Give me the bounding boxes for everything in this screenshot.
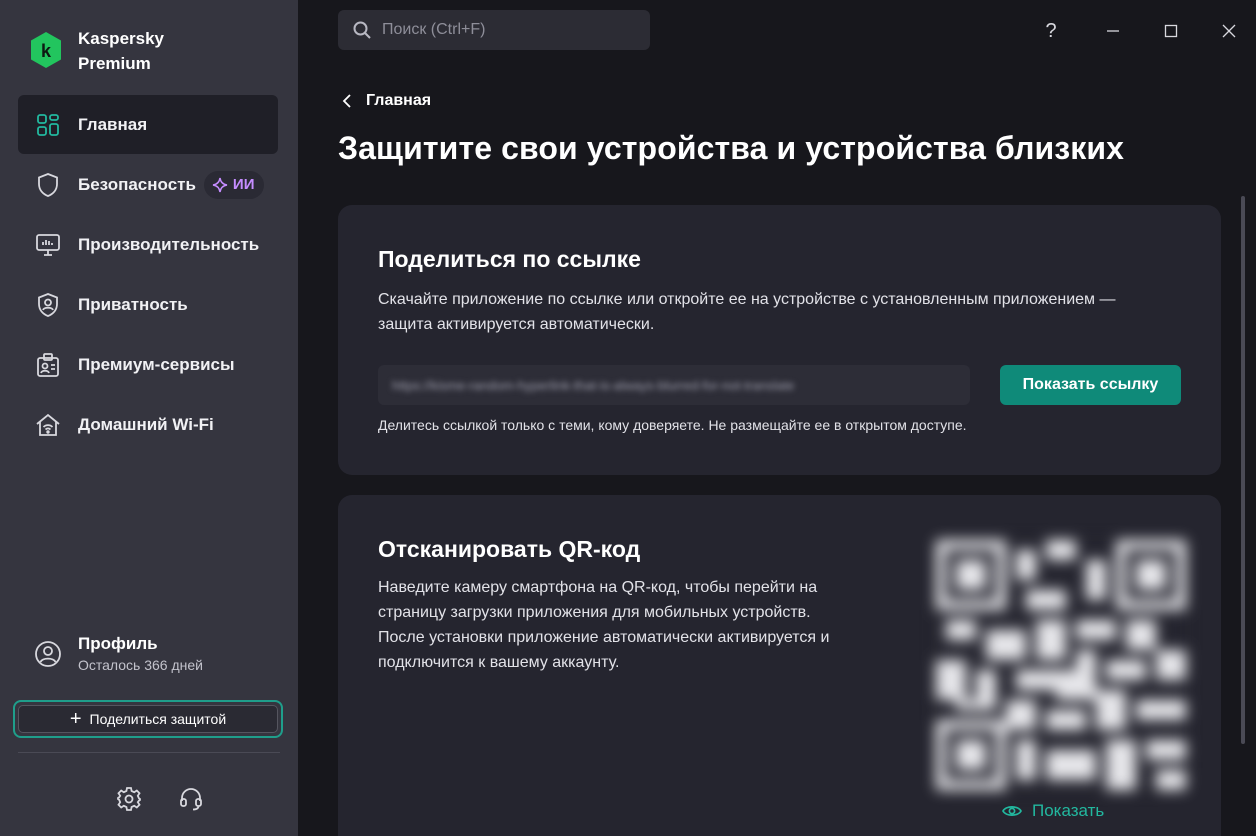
support-button[interactable] [176,784,206,814]
id-badge-icon [34,351,62,379]
close-button[interactable] [1212,14,1246,48]
grid-icon [34,111,62,139]
share-link-hint: Делитесь ссылкой только с теми, кому дов… [378,417,967,433]
brand: k Kaspersky Premium [28,26,164,76]
share-link-description: Скачайте приложение по ссылке или открой… [378,287,1115,337]
blurred-link-text: https://kisme-random-hyperlink-that-is-a… [392,377,795,393]
link-field[interactable]: https://kisme-random-hyperlink-that-is-a… [378,365,970,405]
sidebar-item-label: Домашний Wi-Fi [78,414,214,434]
show-qr-button[interactable]: Показать [1002,801,1104,821]
sidebar-item-home[interactable]: Главная [18,95,278,154]
sidebar-item-performance[interactable]: Производительность [18,215,278,274]
sparkle-icon [212,177,228,192]
qr-code-description: Наведите камеру смартфона на QR-код, что… [378,575,829,675]
show-qr-label: Показать [1032,801,1105,820]
sidebar-item-label: Главная [78,114,148,134]
sidebar-item-label: Безопасность [78,174,196,194]
sidebar-item-premium-services[interactable]: Премиум-сервисы [18,335,278,394]
sidebar-item-label: Премиум-сервисы [78,354,235,374]
chevron-left-icon [342,94,351,108]
privacy-shield-icon [34,291,62,319]
app-name-line2: Premium [78,54,151,73]
app-name: Kaspersky Premium [78,26,164,76]
sidebar-item-privacy[interactable]: Приватность [18,275,278,334]
svg-text:k: k [41,41,52,61]
sidebar-item-security[interactable]: Безопасность ИИ [18,155,278,214]
ai-badge: ИИ [203,170,265,199]
minimize-button[interactable] [1096,14,1130,48]
plus-icon: + [69,708,82,730]
share-link-description-line2: защита активируется автоматически. [378,316,655,333]
qr-description-line4: подключится к вашему аккаунту. [378,654,620,671]
app-window: k Kaspersky Premium Главная Безопасность… [0,0,1256,836]
blurred-qr-code-image [936,540,1186,790]
help-icon: ? [1045,19,1057,42]
share-link-card: Поделиться по ссылке Скачайте приложение… [338,205,1221,475]
minimize-icon [1107,30,1119,32]
search-icon [353,21,371,39]
sidebar-item-label: Производительность [78,234,260,254]
ai-badge-label: ИИ [232,176,255,193]
share-protection-focus: + Поделиться защитой [13,700,283,738]
headset-icon [180,788,202,811]
help-button[interactable]: ? [1034,14,1068,48]
monitor-icon [34,231,62,259]
share-protection-button[interactable]: + Поделиться защитой [18,705,278,733]
back-link[interactable]: Главная [342,92,431,110]
maximize-icon [1164,24,1178,38]
home-wifi-icon [34,411,62,439]
qr-description-line2: страницу загрузки приложения для мобильн… [378,604,811,621]
search-input[interactable] [382,21,632,39]
eye-icon [1002,806,1022,816]
share-link-title: Поделиться по ссылке [378,246,641,272]
settings-button[interactable] [114,784,144,814]
user-avatar-icon [35,641,61,667]
shield-icon [34,171,62,199]
sidebar: k Kaspersky Premium Главная Безопасность… [0,0,298,836]
page-title: Защитите свои устройства и устройства бл… [338,130,1125,166]
share-link-description-line1: Скачайте приложение по ссылке или открой… [378,291,1116,308]
profile-item[interactable]: Профиль Осталось 366 дней [34,632,203,673]
gear-icon [117,787,141,811]
qr-code-title: Отсканировать QR-код [378,536,641,562]
qr-description-line3: После установки приложение автоматически… [378,629,830,646]
profile-subscription: Осталось 366 дней [78,657,203,673]
show-link-button[interactable]: Показать ссылку [1000,365,1181,405]
qr-description-line1: Наведите камеру смартфона на QR-код, что… [378,579,818,596]
sidebar-item-home-wifi[interactable]: Домашний Wi-Fi [18,395,278,454]
scrollbar[interactable] [1241,196,1245,744]
sidebar-divider [18,752,280,753]
maximize-button[interactable] [1154,14,1188,48]
back-label: Главная [366,92,432,109]
main-content: ? Главная Защитите свои устройства и уст… [298,0,1256,836]
profile-name: Профиль [78,634,158,653]
qr-code-card: Отсканировать QR-код Наведите камеру сма… [338,495,1221,836]
app-name-line1: Kaspersky [78,29,165,48]
share-protection-label: Поделиться защитой [89,711,227,727]
kaspersky-logo-icon: k [31,32,61,68]
sidebar-item-label: Приватность [78,294,188,314]
search-box[interactable] [338,10,650,50]
close-icon [1222,24,1236,38]
